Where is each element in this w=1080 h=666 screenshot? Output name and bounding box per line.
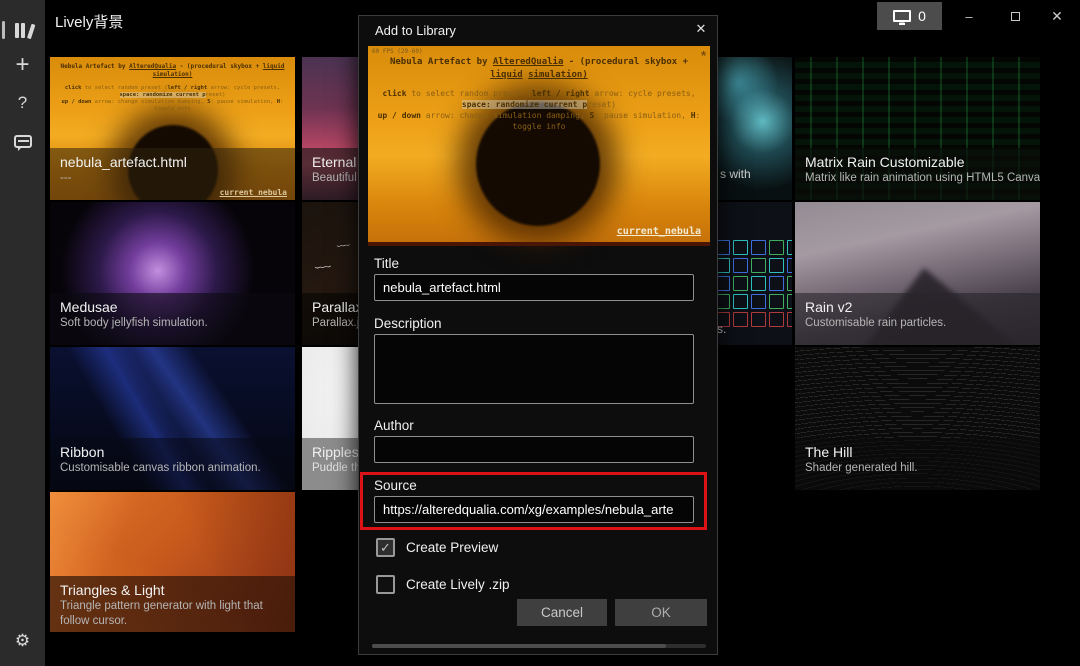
- tile-title: Rain v2: [805, 298, 1030, 316]
- tile-caption: Ribbon Customisable canvas ribbon animat…: [50, 438, 295, 490]
- library-books-icon: [15, 22, 31, 38]
- dialog-close-button[interactable]: ✕: [689, 21, 713, 41]
- nebula-overlay-instructions: click to select random preset (left / ri…: [55, 85, 290, 113]
- plus-icon: +: [15, 51, 29, 79]
- sidebar-item-settings[interactable]: ⚙: [0, 626, 45, 656]
- create-zip-checkbox-row[interactable]: Create Lively .zip: [376, 575, 510, 594]
- maximize-icon: [1011, 12, 1020, 21]
- chat-bubble-icon: [14, 135, 32, 148]
- tile-desc: Soft body jellyfish simulation.: [60, 316, 285, 330]
- close-icon: ✕: [696, 21, 707, 36]
- ok-button[interactable]: OK: [615, 599, 707, 626]
- tile-desc-fragment: s.: [717, 322, 726, 336]
- sidebar-item-add[interactable]: +: [0, 50, 45, 80]
- bird-graphic: ﹏: [335, 234, 351, 248]
- sidebar-item-help[interactable]: ?: [0, 88, 45, 118]
- dialog-title: Add to Library: [375, 23, 456, 38]
- fps-counter: 60 FPS (29-60): [372, 48, 423, 55]
- source-input[interactable]: [374, 496, 694, 523]
- snowflake-icon: *: [701, 48, 706, 63]
- close-icon: ✕: [1051, 8, 1063, 25]
- preview-bottom-strip: [368, 242, 710, 246]
- tile-desc: ---: [60, 171, 285, 185]
- minimize-icon: –: [965, 9, 972, 24]
- tile-title: Ribbon: [60, 443, 285, 461]
- tile-caption: The Hill Shader generated hill.: [795, 438, 1040, 490]
- tile-title: nebula_artefact.html: [60, 153, 285, 171]
- author-label: Author: [374, 418, 414, 433]
- tile-nebula-artefact[interactable]: Nebula Artefact by AlteredQualia - (proc…: [50, 57, 295, 200]
- tile-title: The Hill: [805, 443, 1030, 461]
- nebula-overlay-heading: Nebula Artefact by AlteredQualia - (proc…: [60, 63, 285, 79]
- monitor-icon: [893, 10, 911, 22]
- preview-heading: Nebula Artefact by AlteredQualia - (proc…: [382, 56, 697, 82]
- wallpaper-count: 0: [918, 8, 926, 24]
- window-close-button[interactable]: ✕: [1040, 2, 1074, 30]
- source-label: Source: [374, 478, 417, 493]
- description-input[interactable]: [374, 334, 694, 404]
- tile-desc: Customisable canvas ribbon animation.: [60, 461, 285, 475]
- tile-caption: Rain v2 Customisable rain particles.: [795, 293, 1040, 345]
- title-label: Title: [374, 256, 399, 271]
- sidebar-item-feedback[interactable]: [0, 126, 45, 156]
- tile-title: Matrix Rain Customizable: [805, 153, 1030, 171]
- question-icon: ?: [18, 93, 27, 113]
- tile-desc: Customisable rain particles.: [805, 316, 1030, 330]
- checkbox-unchecked-icon[interactable]: [376, 575, 395, 594]
- create-preview-checkbox-row[interactable]: ✓ Create Preview: [376, 538, 498, 557]
- checkbox-label: Create Lively .zip: [406, 577, 510, 592]
- tile-caption: Medusae Soft body jellyfish simulation.: [50, 293, 295, 345]
- tile-desc-fragment: s with: [720, 167, 751, 181]
- bird-graphic: ﹏: [312, 253, 331, 271]
- tile-caption: Matrix Rain Customizable Matrix like rai…: [795, 148, 1040, 200]
- nebula-watermark: current_nebula: [220, 188, 287, 197]
- tile-rain-v2[interactable]: Rain v2 Customisable rain particles.: [795, 202, 1040, 345]
- minimize-button[interactable]: –: [952, 2, 986, 30]
- author-input[interactable]: [374, 436, 694, 463]
- checkbox-label: Create Preview: [406, 540, 498, 555]
- cancel-button[interactable]: Cancel: [517, 599, 607, 626]
- maximize-button[interactable]: [998, 2, 1032, 30]
- sidebar-item-library[interactable]: [0, 15, 45, 45]
- scrollbar-thumb[interactable]: [372, 644, 666, 648]
- tile-triangles-light[interactable]: Triangles & Light Triangle pattern gener…: [50, 492, 295, 632]
- tile-medusae[interactable]: Medusae Soft body jellyfish simulation.: [50, 202, 295, 345]
- tile-caption: Triangles & Light Triangle pattern gener…: [50, 576, 295, 632]
- active-wallpaper-button[interactable]: 0: [877, 2, 942, 30]
- preview-instructions: click to select random preset (left / ri…: [375, 88, 703, 132]
- description-label: Description: [374, 316, 442, 331]
- tile-matrix-rain[interactable]: Matrix Rain Customizable Matrix like rai…: [795, 57, 1040, 200]
- checkbox-checked-icon[interactable]: ✓: [376, 538, 395, 557]
- tile-desc: Shader generated hill.: [805, 461, 1030, 475]
- title-input[interactable]: [374, 274, 694, 301]
- sidebar: + ? ⚙: [0, 0, 45, 666]
- app-title: Lively背景: [55, 11, 123, 32]
- tile-desc: Matrix like rain animation using HTML5 C…: [805, 171, 1030, 185]
- wallpaper-preview: 60 FPS (29-60) * Nebula Artefact by Alte…: [368, 46, 710, 246]
- tile-ribbon[interactable]: Ribbon Customisable canvas ribbon animat…: [50, 347, 295, 490]
- tile-desc: Triangle pattern generator with light th…: [60, 599, 285, 629]
- gear-icon: ⚙: [15, 631, 30, 651]
- tile-title: Medusae: [60, 298, 285, 316]
- dialog-horizontal-scrollbar[interactable]: [372, 644, 706, 648]
- preview-watermark: current_nebula: [617, 226, 701, 237]
- add-to-library-dialog: Add to Library ✕ 60 FPS (29-60) * Nebula…: [358, 15, 718, 655]
- tile-the-hill[interactable]: The Hill Shader generated hill.: [795, 347, 1040, 490]
- tile-title: Triangles & Light: [60, 581, 285, 599]
